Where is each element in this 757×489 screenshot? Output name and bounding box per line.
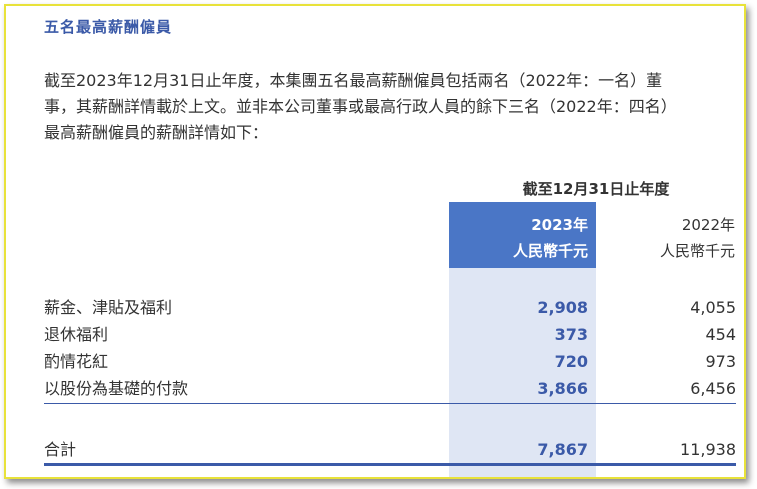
table-row: 退休福利 373 454 xyxy=(44,323,736,347)
intro-paragraph: 截至2023年12月31日止年度，本集團五名最高薪酬僱員包括兩名（2022年：一… xyxy=(44,68,734,146)
row-label: 薪金、津貼及福利 xyxy=(44,298,173,317)
table-row: 薪金、津貼及福利 2,908 4,055 xyxy=(44,296,736,320)
column-year: 2022年 xyxy=(681,216,735,234)
subtotal-divider xyxy=(44,403,736,404)
row-label: 酌情花紅 xyxy=(44,352,109,371)
total-2022: 11,938 xyxy=(680,440,736,459)
row-label: 以股份為基礎的付款 xyxy=(44,379,189,398)
value-2022: 6,456 xyxy=(690,379,736,398)
value-2023: 3,866 xyxy=(537,379,588,398)
value-2022: 454 xyxy=(705,325,736,344)
value-2022: 4,055 xyxy=(690,298,736,317)
row-label: 退休福利 xyxy=(44,325,109,344)
value-2023: 720 xyxy=(554,352,588,371)
column-unit: 人民幣千元 xyxy=(512,242,588,260)
paragraph-line: 事，其薪酬詳情載於上文。並非本公司董事或最高行政人員的餘下三名（2022年：四名… xyxy=(44,97,677,116)
table-row: 以股份為基礎的付款 3,866 6,456 xyxy=(44,377,736,401)
value-2023: 373 xyxy=(554,325,588,344)
paragraph-line: 截至2023年12月31日止年度，本集團五名最高薪酬僱員包括兩名（2022年：一… xyxy=(44,71,663,90)
document-frame: 五名最高薪酬僱員 截至2023年12月31日止年度，本集團五名最高薪酬僱員包括兩… xyxy=(4,4,746,479)
period-label: 截至12月31日止年度 xyxy=(522,180,670,198)
column-unit: 人民幣千元 xyxy=(659,242,735,260)
section-heading: 五名最高薪酬僱員 xyxy=(44,18,173,36)
total-row: 合計 7,867 11,938 xyxy=(44,438,736,462)
column-header-2022: 2022年 人民幣千元 xyxy=(596,202,743,268)
paragraph-line: 最高薪酬僱員的薪酬詳情如下： xyxy=(44,123,269,142)
total-divider xyxy=(44,463,736,466)
value-2023: 2,908 xyxy=(537,298,588,317)
column-header-2023: 2023年 人民幣千元 xyxy=(449,202,596,268)
total-label: 合計 xyxy=(44,440,77,459)
table-row: 酌情花紅 720 973 xyxy=(44,350,736,374)
value-2022: 973 xyxy=(705,352,736,371)
total-2023: 7,867 xyxy=(537,440,588,459)
column-year: 2023年 xyxy=(531,216,588,234)
